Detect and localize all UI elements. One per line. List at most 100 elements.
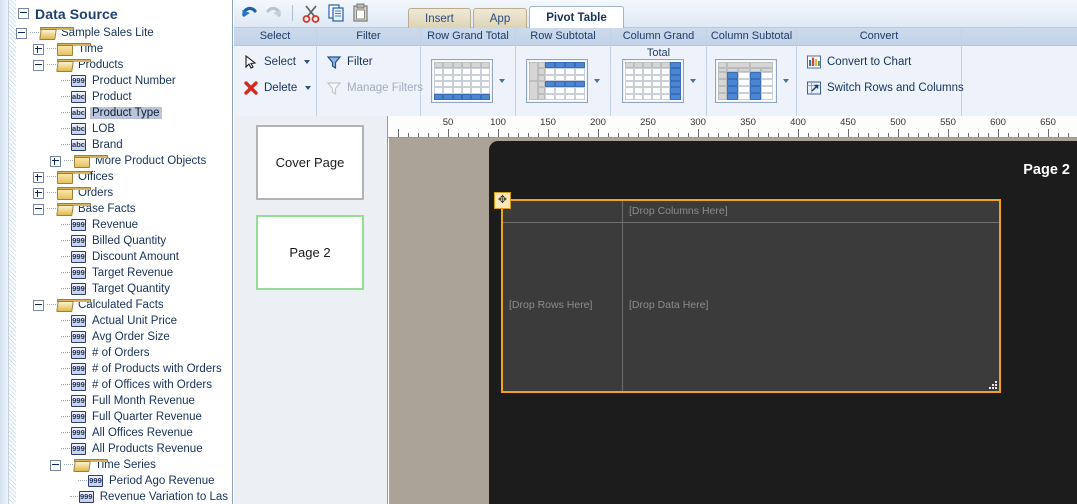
data-source-header[interactable]: Data Source bbox=[18, 4, 226, 23]
tree-node[interactable]: abc Brand bbox=[16, 137, 230, 153]
tree-node[interactable]: 999 All Products Revenue bbox=[16, 441, 230, 457]
drop-data-zone[interactable]: [Drop Data Here] bbox=[623, 223, 999, 391]
pivot-table-object[interactable]: ✥ [Drop Columns Here] [Drop Rows Here] [… bbox=[494, 192, 1001, 393]
tree-node[interactable]: 999 Revenue bbox=[16, 217, 230, 233]
collapse-icon[interactable] bbox=[16, 27, 27, 39]
tab-pivot-table[interactable]: Pivot Table bbox=[529, 6, 624, 28]
tree-node-label: Product bbox=[92, 91, 132, 103]
row-subtotal-gallery[interactable] bbox=[521, 49, 605, 113]
expand-icon[interactable] bbox=[50, 155, 61, 167]
tree-node[interactable]: Time bbox=[16, 41, 230, 57]
chevron-down-icon[interactable] bbox=[499, 79, 505, 83]
tree-node-label: Avg Order Size bbox=[92, 331, 170, 343]
ruler-tick bbox=[428, 133, 429, 137]
collapse-icon[interactable] bbox=[33, 203, 44, 215]
page-thumbnail-cover[interactable]: Cover Page bbox=[256, 125, 364, 200]
tree-node[interactable]: 999 Full Month Revenue bbox=[16, 393, 230, 409]
ruler-tick bbox=[848, 129, 849, 137]
switch-rows-and-columns-button[interactable]: Switch Rows and Columns bbox=[802, 75, 964, 101]
resize-grip-icon[interactable] bbox=[987, 379, 997, 389]
tree-node[interactable]: 999 Actual Unit Price bbox=[16, 313, 230, 329]
folder-icon bbox=[57, 171, 91, 184]
ruler-tick bbox=[838, 133, 839, 137]
tree-node[interactable]: 999 Full Quarter Revenue bbox=[16, 409, 230, 425]
column-grand-total-thumbnail[interactable] bbox=[621, 59, 684, 103]
tree-node[interactable]: Orders bbox=[16, 185, 230, 201]
row-grand-total-gallery[interactable] bbox=[426, 49, 510, 113]
drop-rows-zone[interactable]: [Drop Rows Here] bbox=[503, 223, 623, 391]
tree-node[interactable]: abc LOB bbox=[16, 121, 230, 137]
tree-node[interactable]: Products bbox=[16, 57, 230, 73]
ruler-tick bbox=[568, 133, 569, 137]
tree-node[interactable]: Base Facts bbox=[16, 201, 230, 217]
tree-node[interactable]: abc Product bbox=[16, 89, 230, 105]
tree-node[interactable]: abc Product Type bbox=[16, 105, 230, 121]
tree-node[interactable]: Sample Sales Lite bbox=[16, 25, 230, 41]
row-subtotal-thumbnail[interactable] bbox=[526, 59, 588, 103]
expand-icon[interactable] bbox=[33, 187, 44, 199]
ribbon-tabs[interactable]: Insert App Pivot Table bbox=[408, 6, 626, 28]
tree-connector bbox=[61, 288, 70, 290]
tab-app[interactable]: App bbox=[472, 8, 528, 28]
tab-insert[interactable]: Insert bbox=[408, 8, 471, 28]
column-subtotal-gallery[interactable] bbox=[712, 49, 791, 113]
tree-node[interactable]: Time Series bbox=[16, 457, 230, 473]
ruler-tick bbox=[498, 129, 499, 137]
chevron-down-icon[interactable] bbox=[689, 79, 696, 83]
paste-icon[interactable] bbox=[350, 2, 372, 24]
tree-node[interactable]: 999 # of Orders bbox=[16, 345, 230, 361]
tree-node[interactable]: 999 Product Number bbox=[16, 73, 230, 89]
expand-icon[interactable] bbox=[33, 43, 44, 55]
collapse-icon[interactable] bbox=[33, 299, 44, 311]
tree-node[interactable]: 999 # of Products with Orders bbox=[16, 361, 230, 377]
manage-filters-label: Manage Filters bbox=[347, 82, 424, 94]
tree-connector bbox=[64, 464, 73, 466]
ruler-label: 450 bbox=[840, 117, 856, 128]
tree-node[interactable]: 999 # of Offices with Orders bbox=[16, 377, 230, 393]
ruler-tick bbox=[1068, 133, 1069, 137]
tree-node[interactable]: 999 Billed Quantity bbox=[16, 233, 230, 249]
collapse-icon[interactable] bbox=[50, 459, 61, 471]
tree-node[interactable]: Offices bbox=[16, 169, 230, 185]
folder-open-icon bbox=[56, 59, 91, 72]
chevron-down-icon[interactable] bbox=[594, 79, 600, 83]
collapse-icon[interactable] bbox=[33, 59, 44, 71]
ruler-tick bbox=[458, 133, 459, 137]
group-body-column-subtotal bbox=[707, 46, 796, 116]
tree-node[interactable]: 999 Target Quantity bbox=[16, 281, 230, 297]
drop-columns-zone[interactable]: [Drop Columns Here] bbox=[623, 201, 999, 223]
page-thumbnail-page2[interactable]: Page 2 bbox=[256, 215, 364, 290]
convert-to-chart-button[interactable]: Convert to Chart bbox=[802, 49, 956, 75]
tree-node[interactable]: 999 All Offices Revenue bbox=[16, 425, 230, 441]
tree-node[interactable]: 999 Period Ago Revenue bbox=[16, 473, 230, 489]
column-grand-total-gallery[interactable] bbox=[616, 49, 701, 113]
tree-node[interactable]: 999 Target Revenue bbox=[16, 265, 230, 281]
chevron-down-icon[interactable] bbox=[305, 86, 312, 90]
cut-icon[interactable] bbox=[300, 2, 322, 24]
pages-panel[interactable]: Cover Page Page 2 bbox=[234, 116, 388, 504]
row-grand-total-thumbnail[interactable] bbox=[431, 59, 493, 103]
text-field-icon: abc bbox=[71, 123, 86, 135]
chevron-down-icon[interactable] bbox=[782, 79, 789, 83]
undo-icon[interactable] bbox=[238, 2, 260, 24]
collapse-icon[interactable] bbox=[18, 8, 29, 19]
select-button[interactable]: Select bbox=[239, 49, 311, 75]
report-page[interactable]: Page 2 ✥ [Drop Columns Here] [Drop Rows … bbox=[489, 141, 1077, 504]
tree-node[interactable]: More Product Objects bbox=[16, 153, 230, 169]
tree-node[interactable]: 999 Revenue Variation to Las bbox=[16, 489, 230, 504]
ruler-tick bbox=[1058, 133, 1059, 137]
design-canvas[interactable]: Page 2 ✥ [Drop Columns Here] [Drop Rows … bbox=[389, 138, 1077, 504]
tree-node[interactable]: 999 Avg Order Size bbox=[16, 329, 230, 345]
delete-button[interactable]: Delete bbox=[239, 75, 312, 101]
filter-button[interactable]: Filter bbox=[322, 49, 415, 75]
tree-node[interactable]: 999 Discount Amount bbox=[16, 249, 230, 265]
data-source-sidebar: Data Source Sample Sales Lite Time Product… bbox=[0, 0, 233, 504]
column-subtotal-thumbnail[interactable] bbox=[714, 59, 777, 103]
sidebar-grip-hatch[interactable] bbox=[9, 0, 16, 504]
data-source-tree[interactable]: Sample Sales Lite Time Products 999 Product … bbox=[16, 25, 230, 504]
copy-icon[interactable] bbox=[325, 2, 347, 24]
chevron-down-icon[interactable] bbox=[303, 60, 310, 64]
tree-node[interactable]: Calculated Facts bbox=[16, 297, 230, 313]
tree-connector bbox=[61, 448, 70, 450]
expand-icon[interactable] bbox=[33, 171, 44, 183]
